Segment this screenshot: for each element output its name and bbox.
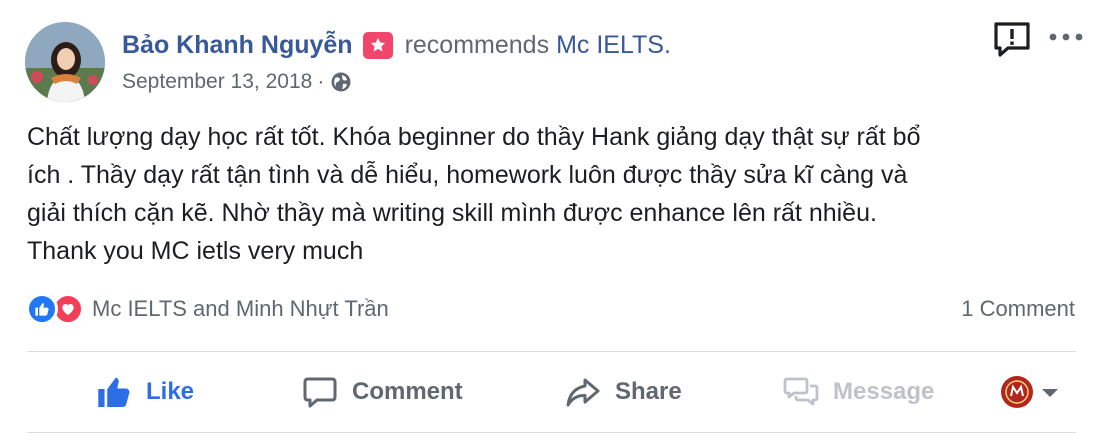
more-options-icon[interactable] bbox=[1046, 28, 1086, 46]
recommendation-post-card: Bảo Khanh Nguyễn recommends Mc IELTS. Se… bbox=[0, 0, 1102, 446]
message-button[interactable]: Message bbox=[783, 372, 934, 412]
post-text-line: Thank you MC ietls very much bbox=[27, 237, 364, 265]
post-meta: September 13, 2018 · bbox=[122, 68, 352, 96]
avatar-photo bbox=[25, 22, 105, 102]
author-name-link[interactable]: Bảo Khanh Nguyễn bbox=[122, 31, 353, 60]
reaction-names-link[interactable]: Mc IELTS and Minh Nhựt Trần bbox=[92, 296, 389, 322]
post-text-line: Chất lượng dạy học rất tốt. Khóa beginne… bbox=[27, 123, 921, 151]
share-button[interactable]: Share bbox=[565, 372, 682, 412]
share-button-label: Share bbox=[615, 378, 682, 405]
post-header: Bảo Khanh Nguyễn recommends Mc IELTS. bbox=[122, 28, 671, 62]
post-text-line: giải thích cặn kẽ. Nhờ thầy mà writing s… bbox=[27, 199, 877, 227]
like-button[interactable]: Like bbox=[96, 372, 194, 412]
actions-divider bbox=[27, 351, 1076, 352]
post-date-link[interactable]: September 13, 2018 bbox=[122, 70, 312, 94]
bottom-divider bbox=[27, 432, 1076, 433]
globe-icon[interactable] bbox=[330, 71, 352, 93]
chevron-down-icon[interactable] bbox=[1040, 386, 1060, 398]
like-reaction-icon bbox=[26, 293, 58, 325]
comment-button[interactable]: Comment bbox=[302, 372, 463, 412]
comment-count-link[interactable]: 1 Comment bbox=[961, 296, 1075, 322]
recommends-label: recommends bbox=[404, 30, 550, 59]
page-name-link[interactable]: Mc IELTS. bbox=[556, 31, 671, 60]
message-button-label: Message bbox=[833, 378, 935, 405]
post-body-text: Chất lượng dạy học rất tốt. Khóa beginne… bbox=[27, 118, 1087, 270]
page-logo-icon bbox=[1002, 377, 1032, 407]
page-avatar-selector[interactable] bbox=[1001, 376, 1033, 408]
like-button-label: Like bbox=[146, 378, 195, 405]
comment-button-label: Comment bbox=[352, 378, 463, 405]
comment-bubble-icon bbox=[303, 377, 337, 408]
post-text-line: ích . Thầy dạy rất tận tình và dễ hiểu, … bbox=[27, 161, 908, 189]
author-avatar[interactable] bbox=[25, 22, 105, 102]
report-icon[interactable] bbox=[991, 20, 1033, 58]
meta-separator: · bbox=[317, 70, 325, 93]
thumbs-up-icon bbox=[98, 377, 130, 407]
star-badge-icon bbox=[362, 31, 393, 59]
message-bubbles-icon bbox=[783, 377, 819, 406]
share-arrow-icon bbox=[566, 378, 600, 407]
reactions-summary[interactable]: Mc IELTS and Minh Nhựt Trần bbox=[26, 293, 389, 325]
